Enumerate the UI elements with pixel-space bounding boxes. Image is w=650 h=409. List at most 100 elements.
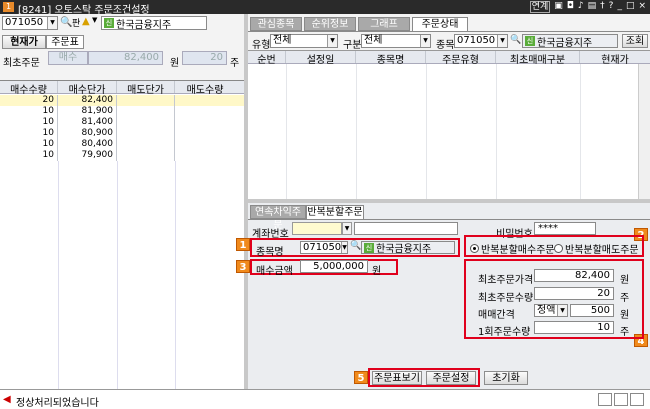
stock-code-combo[interactable]: 071050 ▼ bbox=[454, 34, 508, 48]
tab-arbitrage-order[interactable]: 연속차익주문 bbox=[250, 205, 306, 231]
first-price-input[interactable]: 82,400 bbox=[534, 269, 614, 282]
col-stock-name: 종목명 bbox=[356, 51, 426, 66]
stock-name-field: 신 한국금융지주 bbox=[522, 34, 618, 49]
chevron-down-icon[interactable]: ▼ bbox=[342, 222, 352, 235]
order-mode-field: 매수 bbox=[48, 51, 88, 65]
app-icon: 1 bbox=[3, 2, 14, 12]
chevron-down-icon[interactable]: ▼ bbox=[557, 305, 567, 316]
buy-amount-label: 매수금액 bbox=[256, 266, 293, 277]
status-panel bbox=[614, 393, 628, 406]
close-button[interactable]: × bbox=[638, 1, 646, 13]
stock-market-icon: 신 bbox=[104, 18, 114, 28]
info-icon: ◀ bbox=[3, 394, 11, 405]
grid-body: 20 82,400 10 81,900 10 81,400 10 80,900 10 80… bbox=[0, 95, 244, 161]
view-order-sheet-button[interactable]: 주문표보기 bbox=[372, 371, 422, 385]
category-select[interactable]: 전체 ▼ bbox=[361, 34, 431, 48]
table-row[interactable]: 10 80,900 bbox=[0, 128, 244, 139]
first-order-label: 최초주문 bbox=[3, 58, 40, 69]
stock-label: 종목 bbox=[436, 40, 455, 51]
minimize-button[interactable]: _ bbox=[617, 1, 622, 13]
account-name-field bbox=[354, 222, 458, 235]
radio-buy[interactable]: 반복분할매수주문 bbox=[470, 241, 555, 256]
tool-icon[interactable]: † bbox=[600, 1, 605, 13]
tab-ranking[interactable]: 순위정보 bbox=[304, 17, 356, 31]
order-settings-panel: 연속차익주문 반복분할주문 계좌번호 ▼ 비밀번호 **** 1 종목명 071… bbox=[236, 203, 650, 389]
col-first-trade-type: 최초매매구분 bbox=[496, 51, 580, 66]
unit-ju-label: 주 bbox=[620, 327, 630, 338]
col-buy-qty: 매수수량 bbox=[0, 81, 58, 96]
radio-sell[interactable]: 반복분할매도주문 bbox=[554, 241, 639, 256]
col-buy-price: 매수단가 bbox=[58, 81, 117, 96]
col-sell-price: 매도단가 bbox=[117, 81, 175, 96]
search-icon[interactable]: 🔍 bbox=[350, 241, 361, 251]
print-icon[interactable]: ▤ bbox=[588, 1, 597, 13]
interval-label: 매매간격 bbox=[478, 310, 515, 321]
tab-order-status[interactable]: 주문상태 bbox=[412, 17, 468, 31]
order-status-grid: 순번 설정일 종목명 주문유형 최초매매구분 현재가 bbox=[248, 50, 650, 200]
tab-current-price[interactable]: 현재가 bbox=[2, 35, 46, 49]
tab-watchlist[interactable]: 관심종목 bbox=[250, 17, 302, 31]
status-panel bbox=[630, 393, 644, 406]
chevron-down-icon[interactable]: ▼ bbox=[341, 242, 347, 253]
stock-name-field[interactable]: 신 한국금융지주 bbox=[101, 16, 207, 31]
bell-icon[interactable]: ▲ bbox=[82, 16, 90, 27]
first-order-qty-field: 20 bbox=[182, 51, 227, 65]
col-order-type: 주문유형 bbox=[426, 51, 496, 66]
link-button[interactable]: 연계 bbox=[529, 1, 551, 13]
status-panel bbox=[598, 393, 612, 406]
right-top-panel: 관심종목 순위정보 그래프 주문상태 유형 전체 ▼ 구분 전체 ▼ 종목 07… bbox=[248, 14, 650, 200]
table-row[interactable]: 20 82,400 bbox=[0, 95, 244, 106]
interval-input[interactable]: 500 bbox=[570, 304, 614, 317]
radio-checked-icon[interactable] bbox=[470, 244, 479, 253]
account-input[interactable] bbox=[292, 222, 342, 235]
table-row[interactable]: 10 80,400 bbox=[0, 139, 244, 150]
pin-icon[interactable]: ▣ bbox=[554, 1, 563, 13]
unit-won-label: 원 bbox=[620, 275, 630, 286]
search-icon[interactable]: 🔍 bbox=[510, 35, 521, 45]
col-current-price: 현재가 bbox=[601, 55, 629, 66]
tab-order-sheet[interactable]: 주문표 bbox=[46, 35, 84, 49]
left-panel: 071050 ▼ 🔍 판 ▲ ▼ 신 한국금융지주 현재가 주문표 최초주문 매… bbox=[0, 14, 244, 390]
reset-button[interactable]: 초기화 bbox=[484, 371, 528, 385]
first-qty-input[interactable]: 20 bbox=[534, 287, 614, 300]
buy-amount-input[interactable]: 5,000,000 bbox=[300, 260, 368, 273]
maximize-button[interactable]: □ bbox=[626, 1, 635, 13]
stock-code-combo[interactable]: 071050 ▼ bbox=[300, 241, 348, 254]
table-row[interactable]: 10 81,900 bbox=[0, 106, 244, 117]
status-bar: ◀ 정상처리되었습니다 bbox=[0, 389, 650, 409]
col-set-date: 설정일 bbox=[286, 51, 356, 66]
tab-graph[interactable]: 그래프 bbox=[358, 17, 410, 31]
chevron-down-icon[interactable]: ▼ bbox=[92, 16, 97, 24]
table-row[interactable]: 10 79,900 bbox=[0, 150, 244, 161]
query-button[interactable]: 조회 bbox=[622, 34, 648, 48]
password-input[interactable]: **** bbox=[534, 222, 596, 235]
title-bar: 1 [8241] 오토스탁 주문조건설정 연계 ▣ ◘ ♪ ▤ † ? _ □ … bbox=[0, 0, 650, 16]
order-settings-button[interactable]: 주문설정 bbox=[426, 371, 476, 385]
type-select[interactable]: 전체 ▼ bbox=[270, 34, 338, 48]
stock-code-combo[interactable]: 071050 ▼ bbox=[2, 16, 58, 30]
interval-mode-select[interactable]: 정액 ▼ bbox=[534, 304, 568, 317]
table-row[interactable]: 10 81,400 bbox=[0, 117, 244, 128]
stock-name-value: 한국금융지주 bbox=[116, 19, 172, 31]
help-icon[interactable]: ? bbox=[609, 1, 614, 13]
radio-unchecked-icon[interactable] bbox=[554, 244, 563, 253]
chevron-down-icon[interactable]: ▼ bbox=[420, 35, 430, 47]
lock-icon[interactable]: ◘ bbox=[567, 1, 574, 13]
status-message: 정상처리되었습니다 bbox=[16, 398, 99, 409]
chevron-down-icon[interactable]: ▼ bbox=[327, 35, 337, 47]
search-icon[interactable]: 🔍 bbox=[60, 17, 72, 28]
chevron-down-icon[interactable]: ▼ bbox=[497, 35, 507, 47]
step-badge-3: 3 bbox=[236, 260, 250, 273]
chevron-down-icon[interactable]: ▼ bbox=[47, 17, 57, 29]
per-qty-input[interactable]: 10 bbox=[534, 321, 614, 334]
unit-ju-label: 주 bbox=[230, 58, 240, 69]
tab-repeat-split-order[interactable]: 반복분할주문 bbox=[306, 205, 364, 219]
stock-name-label: 종목명 bbox=[256, 247, 284, 258]
first-order-price-field: 82,400 bbox=[88, 51, 163, 65]
step-badge-1: 1 bbox=[236, 238, 250, 251]
scrollbar[interactable] bbox=[638, 64, 650, 200]
unit-won-label: 원 bbox=[620, 310, 630, 321]
col-seq: 순번 bbox=[248, 51, 286, 66]
sound-icon[interactable]: ♪ bbox=[578, 1, 584, 13]
stock-code-value: 071050 bbox=[5, 17, 44, 28]
